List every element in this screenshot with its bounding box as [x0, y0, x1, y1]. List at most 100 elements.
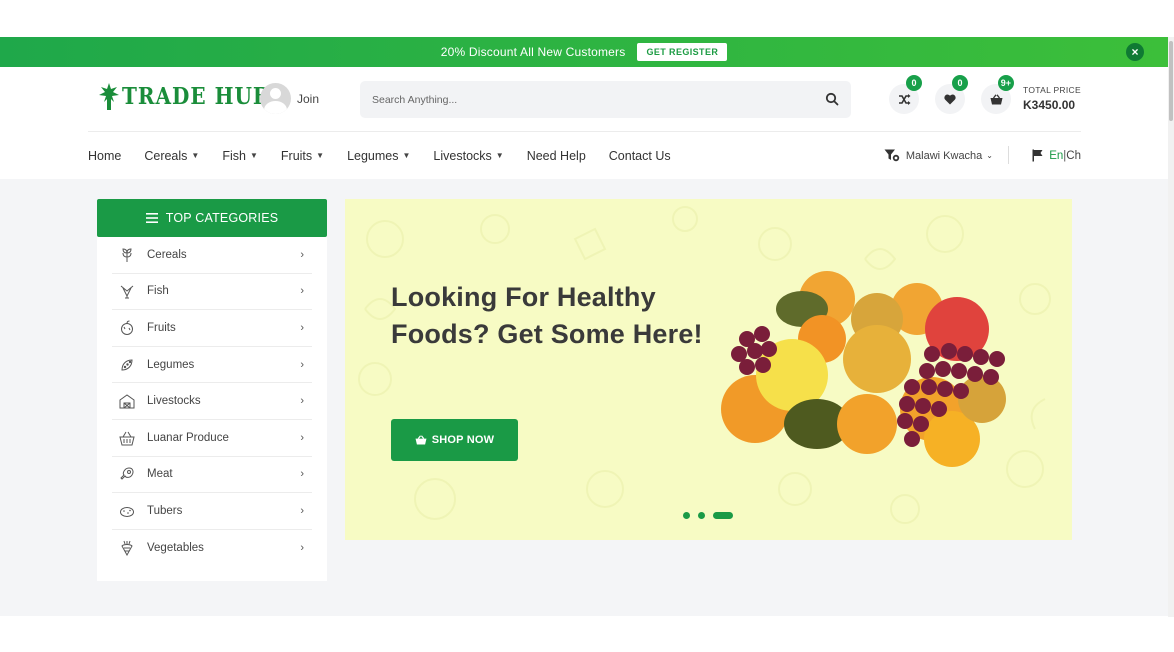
- category-vegetables[interactable]: Vegetables ›: [112, 530, 312, 567]
- carousel-dots: [683, 512, 741, 519]
- nav-home[interactable]: Home: [88, 149, 121, 163]
- category-tubers[interactable]: Tubers ›: [112, 493, 312, 530]
- wishlist-button[interactable]: 0: [935, 75, 968, 114]
- currency-select[interactable]: Malawi Kwacha ⌄: [884, 149, 993, 162]
- basket-icon: [990, 93, 1002, 104]
- join-label: Join: [297, 91, 320, 106]
- search-icon[interactable]: [825, 92, 839, 106]
- category-luanar-produce[interactable]: Luanar Produce ›: [112, 420, 312, 457]
- nav-label: Contact Us: [608, 148, 671, 163]
- category-label: Fruits: [147, 321, 176, 334]
- category-cereals[interactable]: Cereals ›: [112, 237, 312, 274]
- fruit-pile-image: [721, 271, 1006, 467]
- site-header: TRADE HUB Join 0 0 9+ TOTAL PRICE: [0, 67, 1168, 131]
- carousel-dot-2[interactable]: [698, 512, 705, 519]
- nav-label: Livestocks: [433, 148, 492, 163]
- nav-label: Fish: [222, 148, 246, 163]
- cart-total[interactable]: TOTAL PRICE K3450.00: [1023, 85, 1081, 112]
- nav-label: Need Help: [526, 148, 586, 163]
- logo[interactable]: TRADE HUB: [98, 81, 271, 111]
- total-price-value: K3450.00: [1023, 98, 1076, 112]
- nav-need-help[interactable]: Need Help: [527, 149, 586, 163]
- avatar: [260, 83, 291, 114]
- tuber-icon: [120, 506, 134, 517]
- page-scrollbar[interactable]: [1168, 37, 1174, 617]
- category-list: Cereals › Fish › Fruits › Legumes › Live…: [97, 237, 327, 566]
- promo-text: 20% Discount All New Customers: [440, 45, 626, 59]
- category-label: Livestocks: [147, 395, 201, 408]
- shop-now-label: SHOP NOW: [431, 434, 495, 446]
- compare-button[interactable]: 0: [889, 75, 922, 114]
- chevron-down-icon: ▼: [249, 151, 258, 160]
- chevron-right-icon: ›: [300, 248, 304, 261]
- lang-ch[interactable]: Ch: [1066, 150, 1081, 162]
- promo-bar: 20% Discount All New Customers GET REGIS…: [0, 37, 1168, 67]
- category-label: Vegetables: [147, 542, 204, 555]
- fruit-icon: [121, 320, 133, 335]
- nav-contact-us[interactable]: Contact Us: [609, 149, 671, 163]
- currency-label: Malawi Kwacha: [905, 149, 983, 162]
- currency-filter-icon: [884, 149, 900, 162]
- category-label: Fish: [147, 285, 169, 298]
- chevron-down-icon: ▼: [495, 151, 504, 160]
- wheat-icon: [122, 248, 132, 262]
- basket-icon: [415, 435, 427, 445]
- cart-button[interactable]: 9+: [981, 75, 1014, 114]
- wishlist-count-badge: 0: [952, 75, 968, 91]
- main-content: TOP CATEGORIES Cereals › Fish › Fruits ›…: [0, 179, 1168, 616]
- scrollbar-thumb[interactable]: [1169, 41, 1173, 121]
- top-categories-header: TOP CATEGORIES: [97, 199, 327, 237]
- category-sidebar: TOP CATEGORIES Cereals › Fish › Fruits ›…: [97, 199, 327, 581]
- chevron-right-icon: ›: [300, 431, 304, 444]
- menu-icon: [145, 213, 158, 223]
- chevron-down-icon: ▼: [191, 151, 200, 160]
- chevron-down-icon: ▼: [316, 151, 325, 160]
- logo-text: TRADE HUB: [122, 82, 271, 110]
- close-promo-icon[interactable]: ×: [1126, 43, 1144, 61]
- fish-icon: [120, 286, 134, 299]
- barn-icon: [119, 394, 135, 409]
- basket-icon: [119, 431, 135, 446]
- category-legumes[interactable]: Legumes ›: [112, 347, 312, 384]
- total-price-label: TOTAL PRICE: [1023, 85, 1081, 95]
- carousel-dot-3[interactable]: [713, 512, 733, 519]
- nav-label: Home: [88, 148, 122, 163]
- category-label: Cereals: [147, 248, 187, 261]
- chevron-right-icon: ›: [300, 321, 304, 334]
- join-link[interactable]: Join: [260, 83, 319, 114]
- top-categories-title: TOP CATEGORIES: [165, 211, 279, 225]
- compare-count-badge: 0: [906, 75, 922, 91]
- nav-legumes[interactable]: Legumes ▼: [347, 149, 410, 163]
- nav-fruits[interactable]: Fruits ▼: [281, 149, 324, 163]
- search-input[interactable]: [372, 93, 792, 106]
- nav-label: Legumes: [347, 148, 399, 163]
- flag-icon: [1032, 149, 1043, 162]
- chevron-right-icon: ›: [300, 468, 304, 481]
- category-label: Tubers: [147, 504, 183, 517]
- search-bar: [360, 81, 851, 118]
- language-switcher[interactable]: En | Ch: [1032, 149, 1081, 162]
- nav-label: Fruits: [280, 148, 313, 163]
- heart-icon: [944, 94, 956, 104]
- category-fish[interactable]: Fish ›: [112, 274, 312, 311]
- nav-cereals[interactable]: Cereals ▼: [144, 149, 199, 163]
- category-meat[interactable]: Meat ›: [112, 457, 312, 494]
- category-label: Legumes: [147, 358, 195, 371]
- carousel-dot-1[interactable]: [683, 512, 690, 519]
- hero-banner: Looking For Healthy Foods? Get Some Here…: [345, 199, 1072, 540]
- get-register-button[interactable]: GET REGISTER: [637, 43, 728, 61]
- category-label: Meat: [147, 468, 173, 481]
- cart-count-badge: 9+: [997, 75, 1014, 91]
- category-fruits[interactable]: Fruits ›: [112, 310, 312, 347]
- chevron-right-icon: ›: [300, 395, 304, 408]
- nav-livestocks[interactable]: Livestocks ▼: [433, 149, 503, 163]
- nav-fish[interactable]: Fish ▼: [222, 149, 258, 163]
- chevron-down-icon: ▼: [402, 151, 411, 160]
- lang-en[interactable]: En: [1049, 150, 1063, 162]
- vegetable-icon: [121, 540, 133, 557]
- category-livestocks[interactable]: Livestocks ›: [112, 383, 312, 420]
- shop-now-button[interactable]: SHOP NOW: [391, 419, 518, 461]
- nav-label: Cereals: [144, 148, 188, 163]
- chevron-down-icon: ⌄: [986, 151, 993, 160]
- legume-icon: [121, 359, 133, 371]
